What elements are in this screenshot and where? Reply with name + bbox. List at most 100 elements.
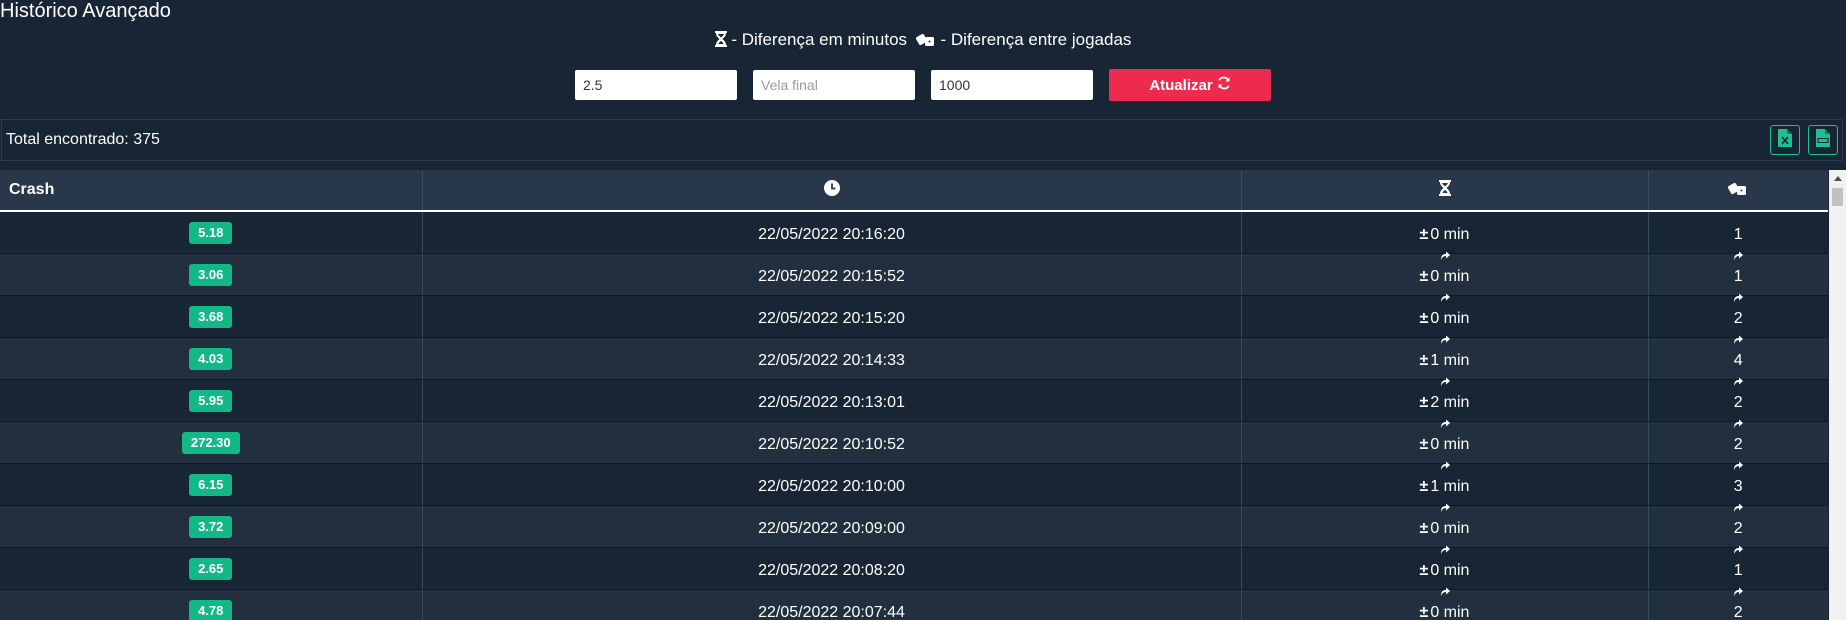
crash-cell: 4.78 [0,589,423,620]
table-row: 3.06 22/05/2022 20:15:52 ±0 min 1 [0,253,1828,302]
plus-minus-icon: ± [1419,225,1429,243]
plays-value: 1 [1733,225,1743,243]
plays-value: 2 [1733,393,1743,411]
minutes-cell: ±0 min [1241,211,1649,260]
arrow-turn-up-icon [1732,542,1744,554]
arrow-turn-up-icon [1732,584,1744,596]
time-cell: 22/05/2022 20:15:20 [422,295,1242,338]
time-value: 22/05/2022 20:10:00 [758,477,905,495]
plays-value: 2 [1733,309,1743,327]
plays-value: 1 [1733,561,1743,579]
table-header-row: Crash [0,170,1828,212]
plays-cell: 1 [1648,211,1828,260]
arrow-turn-up-icon [1732,332,1744,344]
table-row: 4.03 22/05/2022 20:14:33 ±1 min 4 [0,337,1828,386]
arrow-turn-up-icon [1732,290,1744,302]
plus-minus-icon: ± [1419,519,1429,537]
time-cell: 22/05/2022 20:13:01 [422,379,1242,422]
minutes-value: 0 min [1430,267,1470,285]
minutes-value: 0 min [1430,225,1470,243]
plays-value: 2 [1733,603,1743,620]
table-row: 5.18 22/05/2022 20:16:20 ±0 min 1 [0,211,1828,260]
crash-badge: 272.30 [181,431,240,454]
arrow-turn-up-icon [1439,458,1451,470]
plays-value: 1 [1733,267,1743,285]
time-cell: 22/05/2022 20:16:20 [422,211,1242,254]
time-cell: 22/05/2022 20:15:52 [422,253,1242,296]
table-scrollbar[interactable] [1829,170,1846,620]
update-button[interactable]: Atualizar [1109,69,1271,101]
export-csv-button[interactable] [1808,125,1838,155]
minutes-value: 0 min [1430,519,1470,537]
table-row: 2.65 22/05/2022 20:08:20 ±0 min 1 [0,547,1828,596]
update-button-label: Atualizar [1149,76,1213,94]
scroll-thumb[interactable] [1832,188,1843,206]
dice-icon [1728,182,1748,200]
minutes-wrap: ±0 min [1420,306,1470,328]
header-time[interactable] [422,170,1242,212]
multiplier-input[interactable] [575,70,737,100]
time-cell: 22/05/2022 20:10:52 [422,421,1242,464]
csv-file-icon [1816,128,1830,152]
crash-badge: 5.18 [189,221,233,244]
time-value: 22/05/2022 20:16:20 [758,225,905,243]
export-buttons [1770,125,1838,155]
export-excel-button[interactable] [1770,125,1800,155]
plus-minus-icon: ± [1419,393,1429,411]
total-found-text: Total encontrado: 375 [6,131,160,148]
header-plays[interactable] [1648,170,1828,212]
crash-badge: 2.65 [189,557,233,580]
minutes-wrap: ±0 min [1420,222,1470,244]
crash-cell: 6.15 [0,463,423,506]
plus-minus-icon: ± [1419,435,1429,453]
crash-cell: 4.03 [0,337,423,380]
plus-minus-icon: ± [1419,561,1429,579]
limit-input[interactable] [931,70,1093,100]
time-value: 22/05/2022 20:07:44 [758,603,905,620]
crash-cell: 2.65 [0,547,423,590]
scroll-up-arrow[interactable] [1829,170,1846,187]
dice-icon [915,31,936,52]
arrow-turn-up-icon [1439,416,1451,428]
minutes-value: 0 min [1430,561,1470,579]
minutes-value: 0 min [1430,435,1470,453]
crash-cell: 5.18 [0,211,423,254]
arrow-turn-up-icon [1439,500,1451,512]
table-row: 6.15 22/05/2022 20:10:00 ±1 min 3 [0,463,1828,512]
crash-badge: 4.78 [189,599,233,620]
crash-cell: 272.30 [0,421,423,464]
arrow-turn-up-icon [1439,584,1451,596]
arrow-turn-up-icon [1439,374,1451,386]
time-cell: 22/05/2022 20:14:33 [422,337,1242,380]
crash-badge: 6.15 [189,473,233,496]
clock-icon [823,179,840,200]
minutes-wrap: ±1 min [1420,474,1470,496]
refresh-icon [1217,76,1231,94]
minutes-wrap: ±0 min [1420,264,1470,286]
crash-badge: 3.06 [189,263,233,286]
time-value: 22/05/2022 20:14:33 [758,351,905,369]
minutes-value: 2 min [1430,393,1470,411]
crash-badge: 3.68 [189,305,233,328]
minutes-wrap: ±1 min [1420,348,1470,370]
history-table: Crash 5.18 22/05/2022 20:16:20 ± 0 min 1… [0,170,1828,620]
crash-badge: 4.03 [189,347,233,370]
history-table-container[interactable]: Crash 5.18 22/05/2022 20:16:20 ± 0 min 1… [0,170,1846,620]
final-candle-input[interactable] [753,70,915,100]
arrow-turn-up-icon [1439,332,1451,344]
excel-file-icon [1778,128,1792,152]
minutes-wrap: ±0 min [1420,600,1470,620]
legend-minutes-text: - Diferença em minutos [731,30,908,49]
arrow-turn-up-icon [1732,458,1744,470]
table-row: 3.72 22/05/2022 20:09:00 ±0 min 2 [0,505,1828,554]
header-minutes[interactable] [1241,170,1649,212]
crash-badge: 3.72 [189,515,233,538]
table-row: 3.68 22/05/2022 20:15:20 ±0 min 2 [0,295,1828,344]
header-crash[interactable]: Crash [0,170,423,212]
legend: - Diferença em minutos - Diferença entre… [0,30,1846,52]
minutes-value: 0 min [1430,603,1470,620]
time-cell: 22/05/2022 20:10:00 [422,463,1242,506]
plus-minus-icon: ± [1419,603,1429,620]
minutes-value: 1 min [1430,351,1470,369]
arrow-turn-up-icon [1732,416,1744,428]
